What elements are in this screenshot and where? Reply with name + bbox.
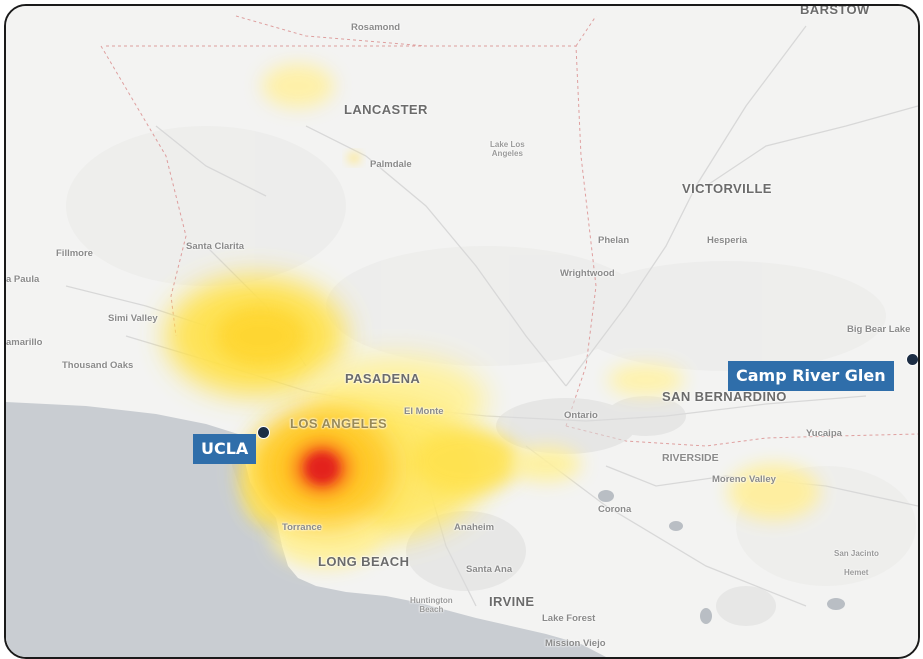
map-frame[interactable]: BARSTOW Rosamond LANCASTER Lake Los Ange… [4, 4, 920, 659]
label-palmdale: Palmdale [370, 159, 412, 170]
label-hesperia: Hesperia [707, 235, 748, 246]
label-barstow: BARSTOW [800, 4, 870, 17]
label-hemet: Hemet [844, 568, 869, 577]
label-santa-clarita: Santa Clarita [186, 241, 245, 252]
label-el-monte: El Monte [404, 406, 444, 417]
label-corona: Corona [598, 504, 632, 515]
label-ontario: Ontario [564, 410, 598, 421]
label-moreno-valley: Moreno Valley [712, 474, 776, 485]
label-camarillo: amarillo [6, 337, 43, 348]
label-lake-forest: Lake Forest [542, 613, 596, 624]
label-santa-paula: a Paula [6, 274, 40, 285]
heat-region-lancaster [262, 64, 334, 108]
label-santa-ana: Santa Ana [466, 564, 513, 575]
heat-region-east [511, 446, 581, 482]
label-mission-viejo: Mission Viejo [545, 638, 606, 649]
label-san-bernardino: SAN BERNARDINO [662, 389, 787, 404]
label-anaheim: Anaheim [454, 522, 495, 533]
label-yucaipa: Yucaipa [806, 428, 842, 439]
label-fillmore: Fillmore [56, 248, 93, 259]
marker-camp-river-glen[interactable]: Camp River Glen [728, 361, 894, 391]
label-los-angeles: LOS ANGELES [290, 416, 388, 431]
heat-region-san-fernando-core [216, 306, 306, 366]
label-simi-valley: Simi Valley [108, 313, 158, 324]
label-long-beach: LONG BEACH [318, 554, 410, 569]
heat-region-moreno-valley [728, 464, 820, 520]
label-irvine: IRVINE [489, 594, 535, 609]
label-victorville: VICTORVILLE [682, 181, 772, 196]
label-san-jacinto: San Jacinto [834, 549, 879, 558]
heat-region-palmdale [348, 153, 360, 163]
marker-ucla-pin-icon[interactable] [257, 426, 270, 439]
label-rosamond: Rosamond [351, 22, 401, 33]
label-big-bear-lake: Big Bear Lake [847, 324, 911, 335]
label-torrance: Torrance [282, 522, 322, 533]
label-lake-los-angeles: Lake Los Angeles [490, 140, 525, 158]
label-thousand-oaks: Thousand Oaks [62, 360, 134, 371]
label-huntington-beach: Huntington Beach [410, 596, 453, 614]
heat-region-hotspot-core [306, 453, 338, 483]
heat-region-el-monte [411, 429, 521, 493]
label-wrightwood: Wrightwood [560, 268, 615, 279]
label-pasadena: PASADENA [345, 371, 421, 386]
marker-ucla[interactable]: UCLA [193, 434, 257, 464]
map-canvas[interactable] [6, 6, 918, 657]
marker-camp-river-glen-pin-icon[interactable] [906, 353, 918, 366]
label-riverside: RIVERSIDE [662, 452, 719, 464]
label-phelan: Phelan [598, 235, 630, 246]
label-lancaster: LANCASTER [344, 102, 428, 117]
